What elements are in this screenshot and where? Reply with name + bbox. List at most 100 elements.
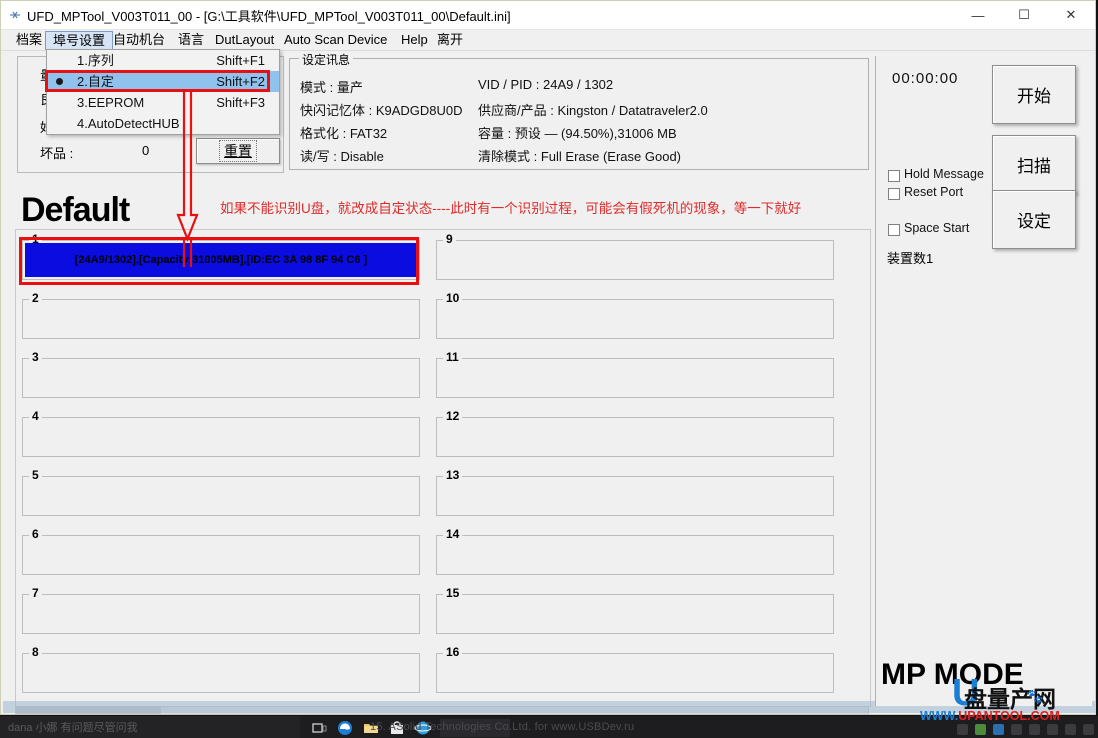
slot-number: 12 bbox=[443, 409, 462, 423]
tray-notification-icon[interactable] bbox=[1083, 724, 1094, 735]
device-slot-area: 1 [24A9/1302],[Capacity:31005MB],[ID:EC … bbox=[15, 229, 871, 707]
slot-number: 16 bbox=[443, 645, 462, 659]
reset-button[interactable]: 重置 bbox=[196, 138, 280, 164]
menu-item-exit[interactable]: 离开 bbox=[430, 31, 470, 49]
slot-number: 3 bbox=[29, 350, 42, 364]
checkbox-space-start-label: Space Start bbox=[904, 221, 969, 235]
checkbox-box-icon[interactable] bbox=[888, 188, 900, 200]
port-config-dropdown-menu[interactable]: 1.序列 Shift+F1 2.自定 Shift+F2 3.EEPROM Shi… bbox=[46, 49, 280, 135]
menu-option-serial-shortcut: Shift+F1 bbox=[216, 50, 265, 71]
edge-icon[interactable] bbox=[336, 719, 354, 737]
slot-1-highlight-box bbox=[19, 237, 419, 285]
info-vid-pid: VID / PID : 24A9 / 1302 bbox=[478, 77, 613, 92]
menu-option-autodetecthub[interactable]: 4.AutoDetectHUB bbox=[47, 113, 279, 134]
info-vendor-product: 供应商/产品 : Kingston / Datatraveler2.0 bbox=[478, 100, 708, 119]
menu-item-help[interactable]: Help bbox=[394, 31, 435, 49]
minimize-button[interactable]: — bbox=[955, 1, 1001, 29]
watermark-upantool-url: WWW.UPANTOOL.COM bbox=[920, 709, 1060, 723]
device-slot[interactable]: 7 bbox=[22, 594, 420, 634]
system-tray[interactable] bbox=[957, 724, 1094, 735]
watermark-url-prefix: WWW. bbox=[920, 709, 958, 723]
slot-number: 6 bbox=[29, 527, 42, 541]
scan-button[interactable]: 扫描 bbox=[992, 135, 1076, 194]
slot-number: 8 bbox=[29, 645, 42, 659]
tray-clock-icon[interactable] bbox=[1065, 724, 1076, 735]
menu-option-serial[interactable]: 1.序列 Shift+F1 bbox=[47, 50, 279, 71]
device-slot[interactable]: 4 bbox=[22, 417, 420, 457]
info-format: 格式化 : FAT32 bbox=[300, 123, 387, 142]
menu-item-port-config[interactable]: 埠号设置 bbox=[45, 31, 113, 50]
control-panel: 00:00:00 开始 扫描 设定 Hold Message Reset Por… bbox=[875, 56, 1092, 706]
slot-number: 10 bbox=[443, 291, 462, 305]
start-button[interactable]: 开始 bbox=[992, 65, 1076, 124]
device-slot[interactable]: 3 bbox=[22, 358, 420, 398]
settings-button-label: 设定 bbox=[1017, 207, 1051, 232]
tray-network-icon[interactable] bbox=[993, 724, 1004, 735]
custom-option-highlight-box bbox=[45, 70, 270, 92]
device-slot[interactable]: 5 bbox=[22, 476, 420, 516]
settings-button[interactable]: 设定 bbox=[992, 190, 1076, 249]
device-slot[interactable]: 8 bbox=[22, 653, 420, 693]
tray-chevron-icon[interactable] bbox=[957, 724, 968, 735]
menu-option-serial-label: 1.序列 bbox=[77, 50, 114, 71]
start-button-label: 开始 bbox=[1017, 82, 1051, 107]
device-slot[interactable]: 16 bbox=[436, 653, 834, 693]
status-label-bad: 坏品 : bbox=[40, 143, 73, 162]
slot-number: 7 bbox=[29, 586, 42, 600]
device-slot[interactable]: 6 bbox=[22, 535, 420, 575]
menu-item-file[interactable]: 档案 bbox=[9, 31, 49, 49]
title-bar[interactable]: UFD_MPTool_V003T011_00 - [G:\工具软件\UFD_MP… bbox=[1, 1, 1095, 30]
taskbar-caption: 15. ASolid Technologies Co.Ltd. for www.… bbox=[370, 721, 634, 733]
maximize-button[interactable]: ☐ bbox=[1001, 1, 1047, 29]
menu-item-auto-machine[interactable]: 自动机台 bbox=[106, 31, 172, 49]
tray-shield-icon[interactable] bbox=[975, 724, 986, 735]
device-slot[interactable]: 10 bbox=[436, 299, 834, 339]
close-button[interactable]: ✕ bbox=[1047, 1, 1095, 29]
menu-option-eeprom-label: 3.EEPROM bbox=[77, 92, 144, 113]
menu-bar: 档案 埠号设置 自动机台 语言 DutLayout Auto Scan Devi… bbox=[1, 30, 1095, 51]
device-slot[interactable]: 2 bbox=[22, 299, 420, 339]
checkbox-box-icon[interactable] bbox=[888, 224, 900, 236]
menu-item-language[interactable]: 语言 bbox=[171, 31, 211, 49]
device-slot[interactable]: 9 bbox=[436, 240, 834, 280]
info-read-write: 读/写 : Disable bbox=[300, 146, 384, 165]
menu-option-eeprom[interactable]: 3.EEPROM Shift+F3 bbox=[47, 92, 279, 113]
device-slot[interactable]: 15 bbox=[436, 594, 834, 634]
settings-info-group: 设定讯息 模式 : 量产 VID / PID : 24A9 / 1302 快闪记… bbox=[289, 58, 869, 170]
default-profile-label: Default bbox=[21, 191, 129, 230]
tray-battery-icon[interactable] bbox=[1029, 724, 1040, 735]
device-count-label: 装置数1 bbox=[887, 248, 933, 267]
taskview-icon[interactable] bbox=[310, 719, 328, 737]
menu-item-auto-scan-device[interactable]: Auto Scan Device bbox=[277, 31, 394, 49]
slot-number: 11 bbox=[443, 350, 462, 364]
device-slot[interactable]: 12 bbox=[436, 417, 834, 457]
cortana-search-placeholder: dana 小娜 有问题尽管问我 bbox=[8, 719, 138, 735]
paw-icon: 🐾 bbox=[1026, 688, 1043, 705]
checkbox-reset-port-label: Reset Port bbox=[904, 185, 963, 199]
menu-option-autodetecthub-label: 4.AutoDetectHUB bbox=[77, 113, 180, 134]
reset-button-label: 重置 bbox=[219, 140, 257, 162]
slot-number: 13 bbox=[443, 468, 462, 482]
screen: dana 小娜 有问题尽管问我 15. ASolid Technologies … bbox=[0, 0, 1098, 738]
device-slot[interactable]: 13 bbox=[436, 476, 834, 516]
checkbox-box-icon[interactable] bbox=[888, 170, 900, 182]
application-window: UFD_MPTool_V003T011_00 - [G:\工具软件\UFD_MP… bbox=[0, 0, 1096, 715]
menu-option-eeprom-shortcut: Shift+F3 bbox=[216, 92, 265, 113]
elapsed-timer: 00:00:00 bbox=[892, 70, 958, 87]
slot-number: 5 bbox=[29, 468, 42, 482]
device-slot[interactable]: 14 bbox=[436, 535, 834, 575]
cortana-search-box[interactable]: dana 小娜 有问题尽管问我 bbox=[0, 716, 300, 738]
slot-number: 4 bbox=[29, 409, 42, 423]
scan-button-label: 扫描 bbox=[1017, 152, 1051, 177]
slot-number: 15 bbox=[443, 586, 462, 600]
device-slot[interactable]: 11 bbox=[436, 358, 834, 398]
menu-item-dutlayout[interactable]: DutLayout bbox=[208, 31, 281, 49]
watermark-url-domain: UPANTOOL.COM bbox=[958, 709, 1060, 723]
watermark-upantool: U 盘量产网 🐾 WWW.UPANTOOL.COM bbox=[962, 678, 1098, 724]
info-flash-chip: 快闪记忆体 : K9ADGD8U0D bbox=[300, 100, 463, 119]
tray-volume-icon[interactable] bbox=[1011, 724, 1022, 735]
checkbox-hold-message-label: Hold Message bbox=[904, 167, 984, 181]
tray-ime-icon[interactable] bbox=[1047, 724, 1058, 735]
settings-info-legend: 设定讯息 bbox=[299, 51, 353, 68]
slot-number: 9 bbox=[443, 232, 456, 246]
